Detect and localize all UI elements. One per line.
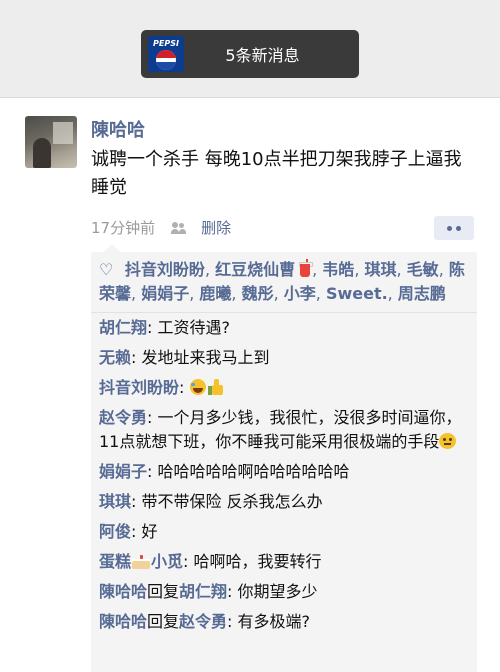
comment-author[interactable]: 陳哈哈 xyxy=(99,612,147,631)
comment-author[interactable]: 胡仁翔 xyxy=(99,318,147,337)
comment-author[interactable]: 娟娟子 xyxy=(99,462,147,481)
comment[interactable]: 无赖: 发地址来我马上到 xyxy=(99,346,469,370)
pepsi-logo-icon xyxy=(156,50,176,70)
comment-text: : 一个月多少钱，我很忙，没很多时间逼你，11点就想下班，你不睡我可能采用很极端… xyxy=(99,408,462,451)
comment-author[interactable]: 蛋糕 小觅 xyxy=(99,552,183,571)
dot-icon xyxy=(456,225,461,231)
comment-author[interactable]: 阿俊 xyxy=(99,522,131,541)
reply-target[interactable]: 胡仁翔 xyxy=(179,582,227,601)
more-options-button[interactable] xyxy=(434,216,474,240)
heart-outline-icon: ♡ xyxy=(99,260,114,279)
like-name[interactable]: 鹿曦 xyxy=(199,284,231,303)
comment-text: : 哈哈哈哈哈啊哈哈哈哈哈哈 xyxy=(147,462,350,481)
comment-reply[interactable]: 陳哈哈回复赵令勇: 有多极端? xyxy=(99,610,469,634)
comment-author[interactable]: 无赖 xyxy=(99,348,131,367)
thumbs-up-emoji-icon xyxy=(207,379,224,395)
panel-notch xyxy=(104,244,120,252)
comment-text: : 哈啊哈，我要转行 xyxy=(183,552,322,571)
like-name[interactable]: 魏彤 xyxy=(242,284,274,303)
comment-author[interactable]: 赵令勇 xyxy=(99,408,147,427)
top-divider xyxy=(0,97,500,98)
like-name[interactable]: 周志鹏 xyxy=(398,284,446,303)
comment[interactable]: 抖音刘盼盼: xyxy=(99,376,469,400)
friends-visibility-icon xyxy=(171,221,189,234)
comments-list: 胡仁翔: 工资待遇? 无赖: 发地址来我马上到 抖音刘盼盼: 赵令勇: 一个月多… xyxy=(91,313,477,634)
like-name[interactable]: 毛敏 xyxy=(407,260,439,279)
new-messages-banner[interactable]: PEPSI 5条新消息 xyxy=(141,30,359,78)
comment[interactable]: 琪琪: 带不带保险 反杀我怎么办 xyxy=(99,490,469,514)
post-content: 诚聘一个杀手 每晚10点半把刀架我脖子上逼我睡觉 xyxy=(91,149,462,198)
avatar[interactable] xyxy=(25,116,77,168)
comment[interactable]: 赵令勇: 一个月多少钱，我很忙，没很多时间逼你，11点就想下班，你不睡我可能采用… xyxy=(99,406,469,454)
comment-text: : 好 xyxy=(131,522,158,541)
comment-text: : 带不带保险 反杀我怎么办 xyxy=(131,492,323,511)
like-name[interactable]: 琪琪 xyxy=(364,260,396,279)
comment-text: : 你期望多少 xyxy=(227,582,318,601)
pepsi-logo-text: PEPSI xyxy=(153,39,179,48)
reply-word: 回复 xyxy=(147,612,180,631)
like-name[interactable]: Sweet. xyxy=(326,284,388,303)
like-name[interactable]: 红豆烧仙曹 xyxy=(215,260,295,279)
new-messages-text: 5条新消息 xyxy=(225,46,300,65)
reply-word: 回复 xyxy=(147,582,180,601)
comment[interactable]: 阿俊: 好 xyxy=(99,520,469,544)
comment-author[interactable]: 琪琪 xyxy=(99,492,131,511)
like-name[interactable]: 抖音刘盼盼 xyxy=(125,260,205,279)
comment-text: : 有多极端? xyxy=(227,612,311,631)
comment-author[interactable]: 陳哈哈 xyxy=(99,582,147,601)
delete-button[interactable]: 删除 xyxy=(201,217,231,238)
comment-text: : 工资待遇? xyxy=(147,318,230,337)
laugh-cry-emoji-icon xyxy=(189,379,206,395)
likes-list: ♡ 抖音刘盼盼, 红豆烧仙曹, 韦皓, 琪琪, 毛敏, 陈荣馨, 娟娟子, 鹿曦… xyxy=(99,259,465,303)
comment-text: : xyxy=(179,378,190,397)
comment[interactable]: 娟娟子: 哈哈哈哈哈啊哈哈哈哈哈哈 xyxy=(99,460,469,484)
cat-emoji-icon xyxy=(439,433,457,449)
like-name[interactable]: 娟娟子 xyxy=(141,284,189,303)
like-name[interactable]: 韦皓 xyxy=(322,260,354,279)
sender-thumbnail: PEPSI xyxy=(148,36,184,72)
cake-emoji-icon xyxy=(132,555,151,569)
comment[interactable]: 蛋糕 小觅: 哈啊哈，我要转行 xyxy=(99,550,469,574)
post-author[interactable]: 陳哈哈 xyxy=(91,116,145,142)
comment-text: : 发地址来我马上到 xyxy=(131,348,270,367)
comment-author[interactable]: 抖音刘盼盼 xyxy=(99,378,179,397)
post-time: 17分钟前 xyxy=(91,219,156,237)
post-meta: 17分钟前 删除 xyxy=(91,217,231,238)
comment-reply[interactable]: 陳哈哈回复胡仁翔: 你期望多少 xyxy=(99,580,469,604)
comment[interactable]: 胡仁翔: 工资待遇? xyxy=(99,316,469,340)
dot-icon xyxy=(447,225,452,231)
reply-target[interactable]: 赵令勇 xyxy=(179,612,227,631)
drink-emoji-icon xyxy=(298,259,314,277)
interaction-panel: ♡ 抖音刘盼盼, 红豆烧仙曹, 韦皓, 琪琪, 毛敏, 陈荣馨, 娟娟子, 鹿曦… xyxy=(91,244,477,672)
like-name[interactable]: 小李 xyxy=(284,284,316,303)
